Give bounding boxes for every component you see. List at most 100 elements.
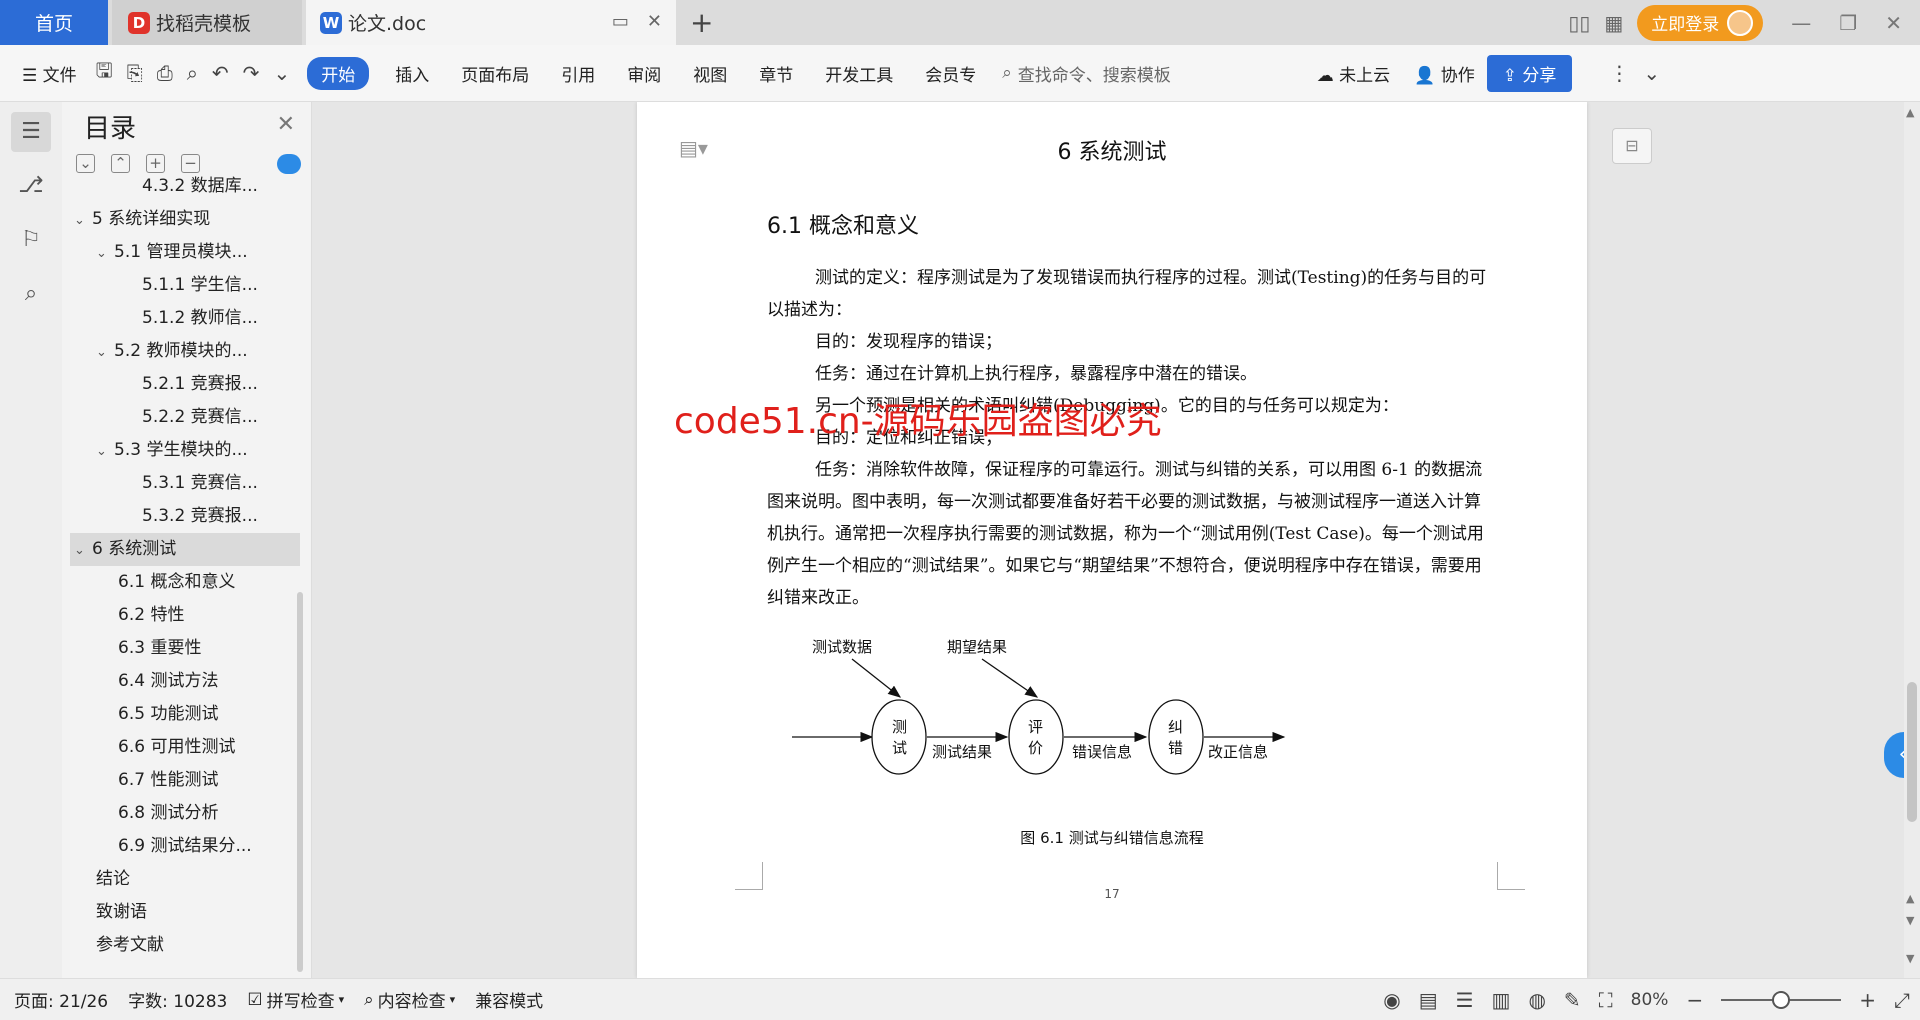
toc-item[interactable]: ⌄ 5.2 教师模块的... [70, 335, 300, 368]
zoom-in-icon[interactable]: + [1859, 988, 1876, 1012]
expand-chevron-icon[interactable]: ⌄ [74, 204, 92, 236]
customize-icon[interactable]: ⌄ [266, 61, 297, 85]
toc-item[interactable]: 6.1 概念和意义 [70, 566, 300, 599]
toc-item[interactable]: 6.2 特性 [70, 599, 300, 632]
toc-item[interactable]: 4.3.2 数据库... [70, 170, 300, 203]
tab-review[interactable]: 审阅 [615, 61, 673, 86]
share-button[interactable]: ⇪ 分享 [1486, 54, 1573, 92]
expand-chevron-icon[interactable]: ⌄ [96, 237, 114, 269]
tab-templates[interactable]: D 找稻壳模板 [112, 0, 302, 45]
toc-item[interactable]: 6.5 功能测试 [70, 698, 300, 731]
tab-reference[interactable]: 引用 [549, 61, 607, 86]
fit-page-icon[interactable]: ⛶ [1599, 988, 1613, 1012]
bookmark-icon[interactable]: ⚐ [11, 220, 51, 260]
page-indicator[interactable]: 页面: 21/26 [0, 987, 118, 1012]
toc-item[interactable]: 5.3.2 竞赛报... [70, 500, 300, 533]
outline-icon[interactable]: ☰ [11, 112, 51, 152]
node-evaluate-label: 评 [1028, 718, 1043, 736]
outline-panel: 目录 ✕ ⌄ ⌃ + − 4.3.2 数据库... ⌄ 5 系统详细实现 ⌄ 5.1 管… [62, 102, 312, 978]
file-menu[interactable]: ☰ 文件 [0, 61, 89, 86]
content-check[interactable]: ⌕ 内容检查 ▾ [354, 987, 465, 1013]
toc-item[interactable]: ⌄ 5.3 学生模块的... [70, 434, 300, 467]
prev-page-icon[interactable]: ▲ [1906, 892, 1914, 905]
save-icon[interactable]: 🖫 [89, 56, 120, 90]
collapse-ribbon-icon[interactable]: ⌄ [1636, 61, 1667, 85]
outline-scrollbar[interactable] [297, 592, 303, 972]
apps-grid-icon[interactable]: ▦ [1604, 11, 1623, 35]
login-button[interactable]: 立即登录 [1637, 4, 1764, 41]
scroll-thumb[interactable] [1907, 682, 1917, 822]
tab-member[interactable]: 会员专 [913, 61, 988, 86]
restore-icon[interactable]: ❐ [1839, 11, 1857, 35]
toc-item[interactable]: 6.7 性能测试 [70, 764, 300, 797]
scroll-down-icon[interactable]: ▼ [1906, 952, 1914, 965]
page-float-button[interactable]: ⊟ [1612, 128, 1652, 164]
toc-item[interactable]: 5.1.1 学生信... [70, 269, 300, 302]
spell-check[interactable]: ☑ 拼写检查 ▾ [237, 987, 354, 1013]
toc-item[interactable]: 参考文献 [70, 929, 300, 962]
expand-chevron-icon[interactable]: ⌄ [96, 336, 114, 368]
print-icon[interactable]: ⎙ [150, 61, 180, 85]
preview-icon[interactable]: ⌕ [180, 61, 205, 85]
outline-view-icon[interactable]: ☰ [1456, 988, 1474, 1012]
toc-item[interactable]: 5.1.2 教师信... [70, 302, 300, 335]
tab-chapter[interactable]: 章节 [747, 61, 805, 86]
collab-button[interactable]: 👤 协作 [1402, 61, 1487, 86]
toc-item[interactable]: 6.9 测试结果分... [70, 830, 300, 863]
expand-chevron-icon[interactable]: ⌄ [96, 435, 114, 467]
tab-start[interactable]: 开始 [307, 56, 370, 90]
chapter-nav-icon[interactable]: ⎇ [11, 166, 51, 206]
close-outline-icon[interactable]: ✕ [277, 112, 295, 137]
command-search[interactable]: ⌕ 查找命令、搜索模板 [988, 61, 1185, 86]
close-window-icon[interactable]: ✕ [1885, 11, 1902, 35]
toc-item[interactable]: 致谢语 [70, 896, 300, 929]
fullscreen-icon[interactable]: ⤢ [1894, 988, 1910, 1012]
zoom-slider-knob[interactable] [1772, 991, 1791, 1009]
toc-item[interactable]: ⌄ 5.1 管理员模块... [70, 236, 300, 269]
undo-icon[interactable]: ↶ [205, 61, 236, 85]
toc-item[interactable]: 结论 [70, 863, 300, 896]
toc-item[interactable]: 5.3.1 竞赛信... [70, 467, 300, 500]
tab-home[interactable]: 首页 [0, 0, 108, 45]
toc-item[interactable]: ⌄ 6 系统测试 [70, 533, 300, 566]
scroll-up-icon[interactable]: ▲ [1906, 106, 1914, 119]
reading-view-icon[interactable]: ▥ [1492, 988, 1511, 1012]
layout-icon[interactable]: ▯▯ [1568, 11, 1590, 35]
toc-item[interactable]: 6.4 测试方法 [70, 665, 300, 698]
toc-item[interactable]: 6.8 测试分析 [70, 797, 300, 830]
toc-item[interactable]: ⌄ 5 系统详细实现 [70, 203, 300, 236]
zoom-level[interactable]: 80% [1631, 990, 1669, 1010]
tab-view[interactable]: 视图 [681, 61, 739, 86]
close-tab-icon[interactable]: ✕ [647, 11, 662, 32]
word-count[interactable]: 字数: 10283 [118, 987, 237, 1012]
next-page-icon[interactable]: ▼ [1906, 914, 1914, 927]
zoom-out-icon[interactable]: − [1686, 988, 1703, 1012]
new-tab-button[interactable]: + [690, 6, 713, 39]
toc-item[interactable]: 6.3 重要性 [70, 632, 300, 665]
eye-protect-icon[interactable]: ◉ [1383, 988, 1400, 1012]
tab-document[interactable]: W 论文.doc ▭ ✕ [306, 0, 676, 45]
minimize-icon[interactable]: — [1791, 11, 1811, 35]
pen-icon[interactable]: ✎ [1564, 988, 1581, 1012]
vertical-scrollbar[interactable]: ▲ ▲ ▼ ▼ [1904, 102, 1920, 978]
document-page[interactable]: ▤▾ 6 系统测试 6.1 概念和意义 测试的定义：程序测试是为了发现错误而执行… [637, 102, 1587, 978]
tab-dev-tools[interactable]: 开发工具 [813, 61, 905, 86]
toc-item[interactable]: 6.6 可用性测试 [70, 731, 300, 764]
more-icon[interactable]: ⋮ [1602, 61, 1636, 85]
web-view-icon[interactable]: ◍ [1528, 988, 1545, 1012]
redo-icon[interactable]: ↷ [236, 61, 267, 85]
zoom-slider[interactable] [1721, 991, 1842, 1009]
tab-layout[interactable]: 页面布局 [449, 61, 541, 86]
find-icon[interactable]: ⌕ [11, 274, 51, 314]
expand-chevron-icon[interactable]: ⌄ [74, 534, 92, 566]
toc-item[interactable]: 5.2.1 竞赛报... [70, 368, 300, 401]
login-label: 立即登录 [1651, 15, 1720, 35]
collapse-sidebar-button[interactable]: ‹ [1884, 732, 1904, 778]
compat-mode[interactable]: 兼容模式 [465, 987, 553, 1012]
cloud-status[interactable]: ☁ 未上云 [1305, 61, 1402, 86]
export-icon[interactable]: ⎘ [120, 61, 150, 85]
toc-item[interactable]: 5.2.2 竞赛信... [70, 401, 300, 434]
page-view-icon[interactable]: ▤ [1419, 988, 1438, 1012]
window-icon[interactable]: ▭ [612, 11, 629, 32]
tab-insert[interactable]: 插入 [383, 61, 441, 86]
